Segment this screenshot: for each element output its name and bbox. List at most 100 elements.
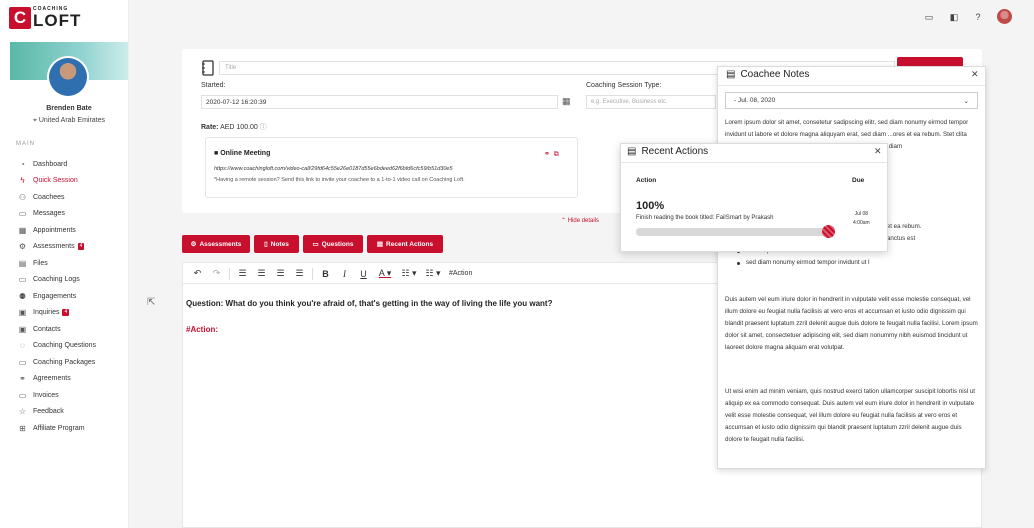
- action-due: Jul 08 4:00am: [853, 211, 870, 226]
- bolt-icon: ϟ: [20, 176, 25, 186]
- assessment-icon: ⚙: [18, 242, 27, 252]
- user-menu-avatar[interactable]: [997, 9, 1012, 24]
- italic-icon[interactable]: I: [335, 266, 354, 282]
- bullet-list-icon[interactable]: ☷ ▾: [397, 266, 421, 282]
- sidebar-item-agreements[interactable]: ⚭ Agreements: [18, 371, 128, 388]
- sidebar-item-coachees[interactable]: ⚇ Coachees: [18, 189, 128, 206]
- sidebar-item-dashboard[interactable]: ◔ Dashboard: [18, 156, 128, 173]
- sidebar-item-feedback[interactable]: ☆ Feedback: [18, 404, 128, 421]
- recent-actions-button[interactable]: ▤ Recent Actions: [367, 235, 443, 253]
- rate-label: Rate:: [201, 124, 219, 131]
- notes-date-select[interactable]: - Jul. 08, 2020 ⌄: [725, 92, 978, 109]
- column-header-due: Due: [852, 177, 865, 184]
- close-icon[interactable]: ✕: [874, 146, 882, 157]
- align-right-icon[interactable]: ☰: [271, 266, 290, 282]
- chat-icon: ▭: [18, 209, 27, 219]
- sidebar-item-affiliate-program[interactable]: ⊞ Affiliate Program: [18, 420, 128, 437]
- action-description: Finish reading the book titled: FailSmar…: [636, 215, 774, 221]
- user-name: Brenden Bate: [46, 105, 92, 112]
- hide-details-link[interactable]: ⌃ Hide details: [561, 217, 599, 224]
- align-justify-icon[interactable]: ☰: [290, 266, 309, 282]
- coaching-loft-logo[interactable]: C COACHING LOFT: [9, 7, 81, 29]
- nav-section-label: MAIN: [16, 141, 35, 147]
- coachee-notes-header: ▤ Coachee Notes: [726, 69, 809, 80]
- affiliate-icon: ⊞: [19, 423, 26, 433]
- list-item: sed diam nonumy eirmod tempor invidunt u…: [725, 257, 978, 269]
- undo-icon[interactable]: ↶: [188, 266, 207, 282]
- question-icon: ◌: [20, 341, 25, 351]
- sidebar-item-messages[interactable]: ▭ Messages: [18, 206, 128, 223]
- session-type-input[interactable]: e.g. Executive, Business etc.: [586, 95, 716, 109]
- sidebar-nav: ◔ Dashboard ϟ Quick Session ⚇ Coachees ▭ Mes…: [18, 156, 128, 437]
- recent-actions-header: ▤ Recent Actions: [627, 146, 708, 157]
- notes-paragraph: Duis autem vel eum iriure dolor in hendr…: [725, 296, 978, 351]
- align-left-icon[interactable]: ☰: [233, 266, 252, 282]
- meeting-hint: *Having a remote session? Send this link…: [214, 177, 465, 183]
- avatar[interactable]: [47, 56, 89, 98]
- clipboard-icon: ▤: [627, 146, 637, 157]
- sidebar-item-engagements[interactable]: ⚉ Engagements: [18, 288, 128, 305]
- started-input[interactable]: 2020-07-12 16:20:39: [201, 95, 558, 109]
- calendar-icon: ▦: [18, 225, 27, 235]
- link-icon[interactable]: ⚭: [544, 151, 550, 158]
- location-pin-icon: ⌖: [32, 117, 37, 124]
- meeting-url[interactable]: https://www.coachingloft.com/video-call/…: [214, 166, 453, 172]
- questions-button[interactable]: ▭ Questions: [303, 235, 363, 253]
- contacts-icon: ▣: [18, 324, 27, 334]
- help-circle-icon[interactable]: ⓘ: [260, 124, 267, 131]
- sidebar-item-invoices[interactable]: ▭ Invoices: [18, 387, 128, 404]
- sidebar-item-coaching-logs[interactable]: ▭ Coaching Logs: [18, 272, 128, 289]
- inbox-icon: ▣: [18, 308, 27, 318]
- user-location: ⌖ United Arab Emirates: [32, 117, 106, 124]
- sidebar-item-coaching-questions[interactable]: ◌ Coaching Questions: [18, 338, 128, 355]
- rate-value: AED 100.00: [220, 124, 258, 131]
- bold-icon[interactable]: B: [316, 266, 335, 282]
- progress-slider-handle[interactable]: [822, 225, 835, 238]
- online-meeting-title: ■ Online Meeting: [214, 150, 271, 157]
- coachees-icon: ⚇: [18, 192, 27, 202]
- underline-icon[interactable]: U: [354, 266, 373, 282]
- help-icon[interactable]: ?: [972, 11, 984, 23]
- divider: [718, 85, 985, 86]
- external-link-icon[interactable]: ⧉: [554, 151, 559, 158]
- layout-icon[interactable]: ◧: [948, 11, 960, 23]
- recent-actions-title: Recent Actions: [641, 146, 709, 157]
- close-icon[interactable]: ✕: [971, 69, 979, 80]
- coachee-notes-title: Coachee Notes: [740, 69, 810, 80]
- mouse-cursor-icon: ⇱: [147, 297, 156, 308]
- assessments-badge: 4: [77, 243, 85, 251]
- align-center-icon[interactable]: ☰: [252, 266, 271, 282]
- sidebar-item-assessments[interactable]: ⚙ Assessments 4: [18, 239, 128, 256]
- users-icon: ⚉: [18, 291, 27, 301]
- redo-icon[interactable]: ↷: [207, 266, 226, 282]
- notebook-icon: [201, 60, 215, 76]
- sidebar-item-appointments[interactable]: ▦ Appointments: [18, 222, 128, 239]
- numbered-list-icon[interactable]: ☷ ▾: [421, 266, 445, 282]
- calendar-icon[interactable]: ▦: [562, 96, 571, 107]
- divider: [621, 162, 887, 163]
- sidebar-item-quick-session[interactable]: ϟ Quick Session: [18, 173, 128, 190]
- sidebar-item-coaching-packages[interactable]: ▭ Coaching Packages: [18, 354, 128, 371]
- handshake-icon: ⚭: [19, 374, 26, 384]
- action-percent: 100%: [636, 200, 665, 212]
- sidebar-item-files[interactable]: ▤ Files: [18, 255, 128, 272]
- assessments-button[interactable]: ⚙ Assessments: [182, 235, 250, 253]
- chat-icon: ▭: [312, 241, 319, 248]
- logo-line2: LOFT: [33, 11, 82, 30]
- sidebar-item-inquiries[interactable]: ▣ Inquiries 4: [18, 305, 128, 322]
- column-header-action: Action: [636, 177, 657, 184]
- chat-icon[interactable]: ▭: [923, 11, 935, 23]
- star-icon: ☆: [18, 407, 27, 417]
- action-tag-button[interactable]: #Action: [449, 270, 472, 277]
- package-icon: ▭: [18, 357, 27, 367]
- editor-action-tag: #Action:: [186, 325, 218, 334]
- chevron-down-icon: ⌄: [963, 98, 969, 105]
- notes-button[interactable]: ▯ Notes: [254, 235, 299, 253]
- text-color-icon[interactable]: A ▾: [373, 266, 397, 282]
- editor-question: Question: What do you think you're afrai…: [186, 299, 553, 308]
- logo-mark: C: [9, 7, 31, 29]
- sidebar-item-contacts[interactable]: ▣ Contacts: [18, 321, 128, 338]
- file-icon: ▯: [264, 241, 268, 248]
- chevron-up-icon: ⌃: [561, 218, 567, 224]
- dashboard-icon: ◔: [20, 159, 25, 169]
